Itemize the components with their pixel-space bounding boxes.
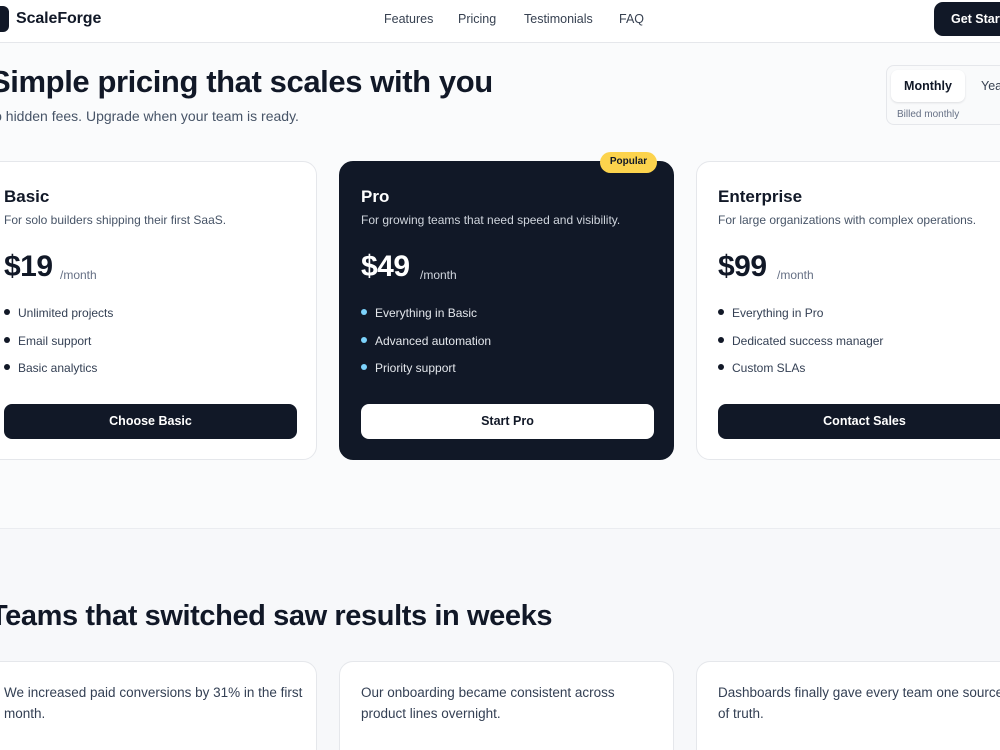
testimonial-card: Our onboarding became consistent across …: [339, 661, 674, 750]
testimonial-quote: We increased paid conversions by 31% in …: [4, 685, 303, 721]
testimonial-quote: Our onboarding became consistent across …: [361, 685, 615, 721]
feature-item: Everything in Pro: [718, 306, 883, 334]
feature-item: Email support: [4, 334, 113, 362]
feature-item: Priority support: [361, 361, 491, 389]
plan-name: Enterprise: [718, 187, 803, 206]
billing-option-yearly[interactable]: Yearly: [981, 79, 1000, 93]
nav-link-faq[interactable]: FAQ: [619, 12, 644, 26]
plan-card-pro: Popular Pro For growing teams that need …: [339, 152, 674, 460]
bullet-icon: [718, 309, 724, 315]
feature-item: Dedicated success manager: [718, 334, 883, 362]
testimonials-title: Teams that switched saw results in weeks: [0, 600, 553, 632]
feature-item: Custom SLAs: [718, 361, 883, 389]
plan-name: Basic: [4, 187, 50, 206]
popular-badge: Popular: [600, 152, 657, 173]
plan-period: /month: [777, 268, 814, 282]
testimonial-card: Dashboards finally gave every team one s…: [696, 661, 1000, 750]
feature-list: Everything in Basic Advanced automation …: [361, 306, 491, 389]
start-pro-button[interactable]: Start Pro: [361, 404, 654, 439]
feature-item: Unlimited projects: [4, 306, 113, 334]
feature-item: Everything in Basic: [361, 306, 491, 334]
feature-list: Everything in Pro Dedicated success mana…: [718, 306, 883, 389]
plan-name: Pro: [361, 187, 390, 206]
plan-card-basic: Basic For solo builders shipping their f…: [0, 161, 317, 460]
bullet-icon: [361, 309, 367, 315]
bullet-icon: [4, 309, 10, 315]
nav-link-pricing[interactable]: Pricing: [458, 12, 496, 26]
bullet-icon: [361, 336, 367, 343]
feature-item: Basic analytics: [4, 361, 113, 389]
bullet-icon: [4, 364, 10, 370]
plan-period: /month: [420, 268, 457, 282]
plan-price: $99: [718, 250, 767, 283]
testimonial-quote: Dashboards finally gave every team one s…: [718, 685, 1000, 721]
billing-option-monthly[interactable]: Monthly: [891, 70, 965, 102]
page-subtitle: No hidden fees. Upgrade when your team i…: [0, 108, 299, 124]
billing-toggle: Monthly Yearly Billed monthly: [886, 65, 1000, 125]
plan-card-enterprise: Enterprise For large organizations with …: [696, 161, 1000, 460]
bullet-icon: [718, 364, 724, 370]
feature-list: Unlimited projects Email support Basic a…: [4, 306, 113, 389]
choose-basic-button[interactable]: Choose Basic: [4, 404, 297, 439]
plan-price: $19: [4, 250, 53, 283]
bullet-icon: [4, 336, 10, 343]
bullet-icon: [718, 336, 724, 343]
plan-description: For solo builders shipping their first S…: [4, 213, 227, 227]
plan-price: $49: [361, 250, 410, 283]
feature-item: Advanced automation: [361, 334, 491, 362]
get-started-button[interactable]: Get Started: [934, 2, 1000, 36]
top-navigation-bar: ScaleForge Features Pricing Testimonials…: [0, 0, 1000, 43]
nav-link-testimonials[interactable]: Testimonials: [524, 12, 593, 26]
plan-description: For large organizations with complex ope…: [718, 213, 977, 227]
plan-description: For growing teams that need speed and vi…: [361, 213, 621, 227]
nav-link-features[interactable]: Features: [384, 12, 433, 26]
page-title: Simple pricing that scales with you: [0, 64, 493, 99]
bullet-icon: [361, 364, 367, 370]
plan-period: /month: [60, 268, 97, 282]
main-nav: Features Pricing Testimonials FAQ: [0, 12, 1000, 28]
contact-sales-button[interactable]: Contact Sales: [718, 404, 1000, 439]
billing-note: Billed monthly: [897, 109, 960, 120]
testimonial-card: We increased paid conversions by 31% in …: [0, 661, 317, 750]
